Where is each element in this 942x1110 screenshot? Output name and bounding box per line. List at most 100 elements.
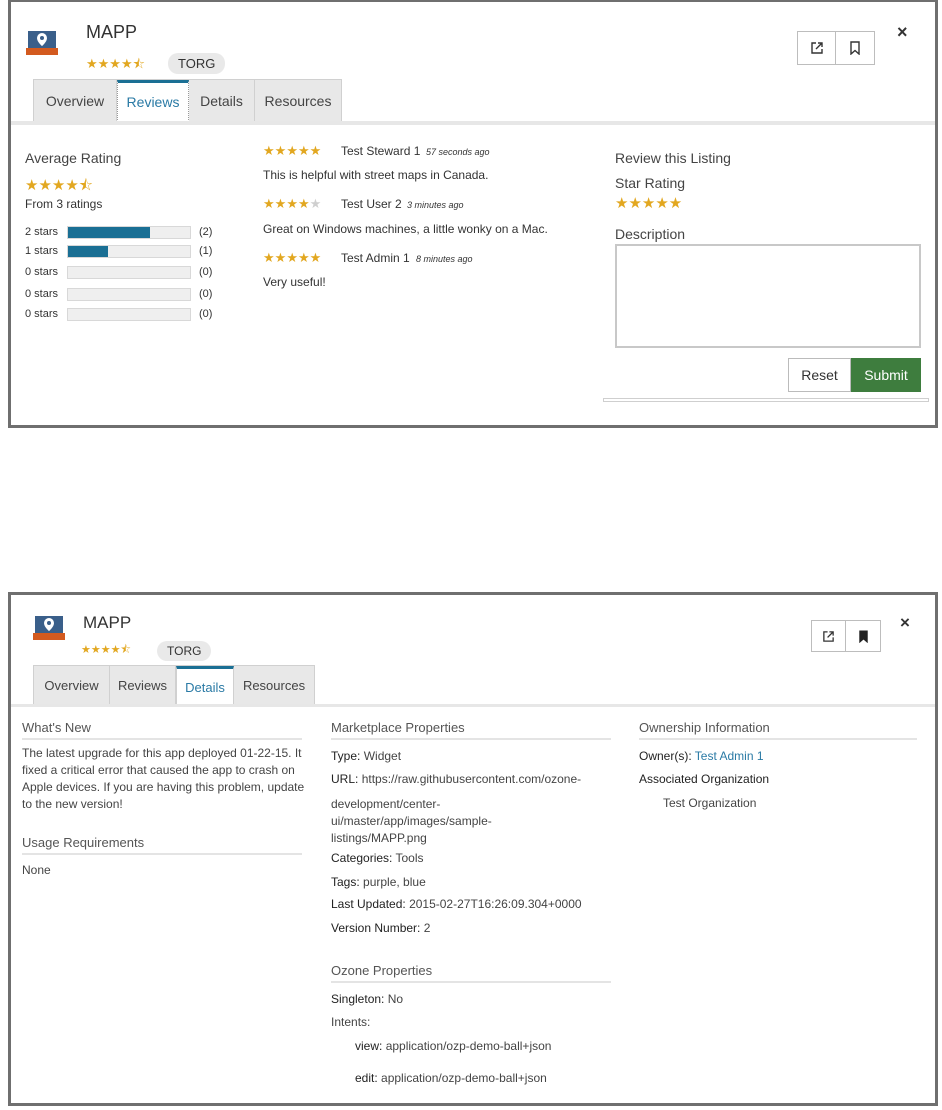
bookmark-button[interactable] — [836, 32, 874, 64]
ozone-properties-heading: Ozone Properties — [331, 963, 611, 983]
submit-button[interactable]: Submit — [851, 358, 921, 392]
rating-bar-track — [67, 307, 191, 321]
last-updated-property: Last Updated: 2015-02-27T16:26:09.304+00… — [331, 897, 582, 911]
star-icon: ★ — [286, 143, 298, 158]
tab-resources[interactable]: Resources — [255, 80, 341, 122]
star-icon: ★ — [263, 143, 275, 158]
review-time: 3 minutes ago — [407, 200, 464, 210]
associated-organization-label: Associated Organization — [639, 772, 770, 786]
app-rating-stars: ★★★★⯪ — [86, 56, 145, 71]
star-icon: ★ — [297, 250, 310, 265]
associated-organization-value: Test Organization — [663, 796, 757, 810]
review-stars: ★★★★★ — [263, 144, 321, 157]
rating-bar-row: 2 stars (2) — [25, 225, 212, 239]
intents-label: Intents: — [331, 1015, 371, 1029]
external-link-icon — [823, 630, 834, 642]
average-rating-heading: Average Rating — [25, 150, 122, 166]
average-rating-stars: ★★★★⯪ — [25, 177, 93, 194]
star-icon: ★ — [274, 196, 287, 211]
tab-reviews[interactable]: Reviews — [110, 666, 176, 705]
app-title: MAPP — [86, 22, 138, 42]
close-button[interactable]: × — [897, 22, 908, 43]
rating-bar-row: 0 stars (0) — [25, 307, 212, 321]
app-title: MAPP — [83, 613, 132, 632]
star-rating-input[interactable]: ★★★★★ — [615, 196, 682, 211]
listing-detail-panel-details: MAPP ★★★★⯪ TORG × Overview Reviews Detai… — [8, 592, 938, 1106]
rating-bar-track — [67, 287, 191, 301]
singleton-property: Singleton: No — [331, 992, 404, 1006]
bookmark-button[interactable] — [846, 621, 880, 651]
tab-divider — [11, 121, 935, 125]
star-icon: ★ — [274, 143, 287, 158]
rating-bar-label: 2 stars — [25, 226, 59, 238]
review-text: Great on Windows machines, a little wonk… — [263, 222, 548, 236]
type-property: Type: Widget — [331, 749, 402, 763]
tab-overview[interactable]: Overview — [34, 666, 110, 705]
star-icon: ★ — [286, 250, 298, 265]
tab-details[interactable]: Details — [176, 666, 234, 705]
star-icon: ★ — [309, 250, 322, 265]
url-property: URL: https://raw.githubusercontent.com/o… — [331, 772, 582, 786]
rating-bar-count: (1) — [199, 245, 213, 257]
agency-badge: TORG — [168, 53, 226, 74]
star-rating-label: Star Rating — [615, 175, 686, 191]
close-button[interactable]: × — [900, 613, 910, 633]
tab-reviews[interactable]: Reviews — [117, 80, 189, 122]
review-time: 8 minutes ago — [416, 254, 473, 264]
review-author: Test Admin 1 — [341, 251, 410, 265]
form-footer-divider — [603, 398, 929, 402]
description-textarea[interactable] — [615, 244, 921, 348]
rating-bar-label: 0 stars — [25, 308, 59, 320]
rating-bar-count: (2) — [199, 226, 213, 238]
listing-actions — [811, 620, 881, 652]
rating-bar-track — [67, 225, 191, 239]
rating-bar-track — [67, 265, 191, 279]
tab-bar: Overview Reviews Details Resources — [33, 79, 342, 122]
rating-bar-fill — [68, 226, 150, 238]
rating-bar-row: 0 stars (0) — [25, 265, 212, 279]
launch-button[interactable] — [812, 621, 846, 651]
rating-bar-label: 0 stars — [25, 288, 59, 300]
owners-property: Owner(s): Test Admin 1 — [639, 749, 764, 763]
listing-detail-panel-reviews: MAPP ★★★★⯪ TORG × Overview Reviews Detai… — [8, 0, 938, 428]
star-icon: ★ — [263, 196, 275, 211]
whats-new-heading: What's New — [22, 720, 302, 740]
url-continued: listings/MAPP.png — [331, 831, 427, 845]
whats-new-text: The latest upgrade for this app deployed… — [22, 746, 305, 811]
review-author: Test User 2 — [341, 197, 402, 211]
bookmark-icon — [850, 41, 860, 55]
tab-details[interactable]: Details — [189, 80, 255, 122]
star-icon: ★ — [263, 250, 275, 265]
star-icon: ★ — [297, 196, 310, 211]
rating-bar-row: 1 stars (1) — [25, 244, 212, 258]
review-author: Test Steward 1 — [341, 144, 421, 158]
rating-count: From 3 ratings — [25, 197, 103, 211]
star-icon: ★ — [297, 143, 310, 158]
bookmark-filled-icon — [858, 629, 868, 643]
star-icon: ★ — [309, 196, 322, 211]
intent-edit: edit: application/ozp-demo-ball+json — [355, 1071, 547, 1085]
rating-bar-count: (0) — [199, 288, 213, 300]
categories-property: Categories: Tools — [331, 851, 424, 865]
star-icon: ★ — [286, 196, 298, 211]
description-label: Description — [615, 226, 686, 242]
marketplace-properties-heading: Marketplace Properties — [331, 720, 611, 740]
review-stars: ★★★★★ — [263, 197, 321, 210]
version-number-property: Version Number: 2 — [331, 921, 431, 935]
review-time: 57 seconds ago — [426, 147, 490, 157]
usage-requirements-heading: Usage Requirements — [22, 835, 302, 855]
owner-link[interactable]: Test Admin 1 — [695, 749, 764, 763]
rating-bar-label: 1 stars — [25, 245, 59, 257]
external-link-icon — [810, 42, 823, 54]
intent-view: view: application/ozp-demo-ball+json — [355, 1039, 552, 1053]
tags-property: Tags: purple, blue — [331, 875, 426, 889]
usage-requirements-text: None — [22, 863, 51, 877]
tab-resources[interactable]: Resources — [234, 666, 314, 705]
launch-button[interactable] — [798, 32, 836, 64]
review-form-heading: Review this Listing — [615, 150, 731, 166]
ownership-information-heading: Ownership Information — [639, 720, 917, 740]
tab-overview[interactable]: Overview — [34, 80, 117, 122]
rating-bar-count: (0) — [199, 308, 213, 320]
rating-bar-track — [67, 244, 191, 258]
reset-button[interactable]: Reset — [788, 358, 851, 392]
